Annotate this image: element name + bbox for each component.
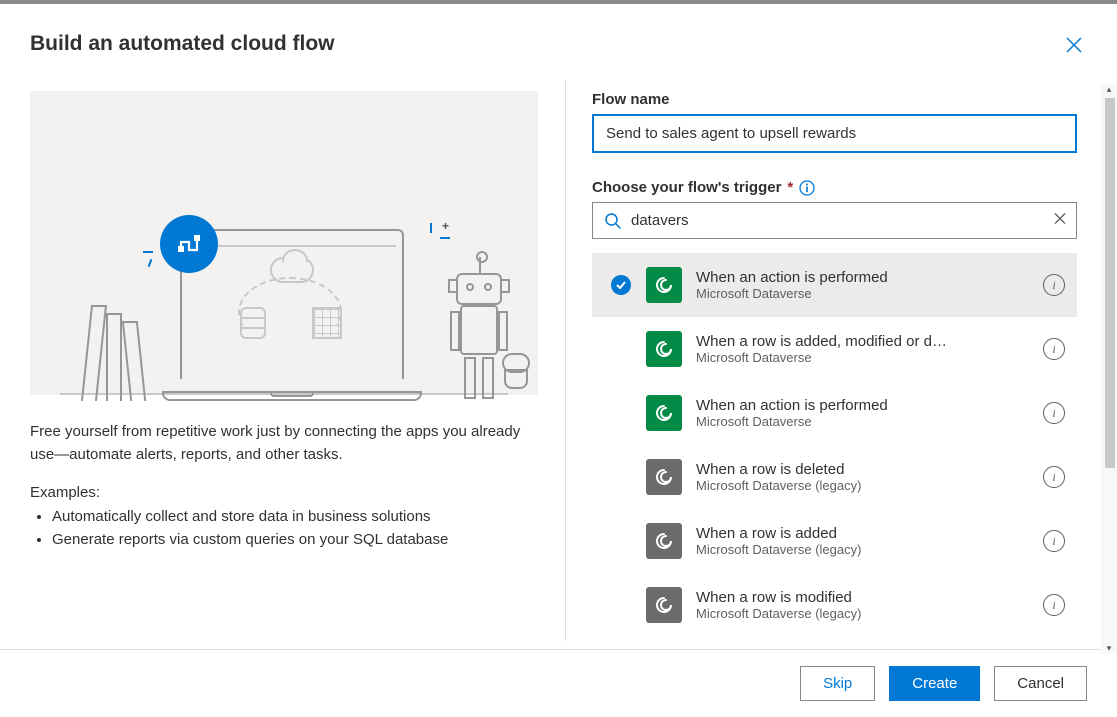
trigger-search [592, 202, 1077, 239]
flow-name-label-text: Flow name [592, 91, 670, 108]
trigger-text: When a row is added, modified or d…Micro… [696, 333, 1029, 365]
close-icon [1065, 36, 1083, 54]
scrollbar[interactable]: ▴ ▾ [1101, 84, 1117, 654]
trigger-subtitle: Microsoft Dataverse [696, 350, 1029, 365]
trigger-subtitle: Microsoft Dataverse (legacy) [696, 606, 1029, 621]
trigger-text: When an action is performedMicrosoft Dat… [696, 269, 1029, 301]
trigger-subtitle: Microsoft Dataverse [696, 286, 1029, 301]
search-icon [604, 212, 622, 230]
trigger-text: When a row is modifiedMicrosoft Datavers… [696, 589, 1029, 621]
trigger-text: When a row is addedMicrosoft Dataverse (… [696, 525, 1029, 557]
trigger-item[interactable]: When a row is addedMicrosoft Dataverse (… [592, 509, 1077, 573]
selection-indicator [610, 275, 632, 295]
flow-name-label: Flow name [592, 91, 1077, 108]
trigger-item[interactable]: When a row is modifiedMicrosoft Datavers… [592, 573, 1077, 637]
dialog: Build an automated cloud flow + [0, 4, 1117, 717]
trigger-list[interactable]: When an action is performedMicrosoft Dat… [592, 253, 1077, 639]
dataverse-icon [646, 267, 682, 303]
clear-search-button[interactable] [1053, 211, 1067, 230]
trigger-subtitle: Microsoft Dataverse (legacy) [696, 478, 1029, 493]
trigger-search-input[interactable] [592, 202, 1077, 239]
check-icon [611, 275, 631, 295]
trigger-title: When a row is added [696, 525, 1029, 542]
dataverse-icon [646, 459, 682, 495]
example-item: Automatically collect and store data in … [52, 505, 538, 528]
dialog-footer: Skip Create Cancel [0, 649, 1117, 717]
trigger-label-text: Choose your flow's trigger [592, 179, 781, 196]
flow-name-input[interactable] [592, 114, 1077, 153]
dataverse-icon [646, 523, 682, 559]
dialog-title: Build an automated cloud flow [30, 32, 335, 56]
trigger-info-button[interactable]: i [1043, 466, 1065, 488]
close-button[interactable] [1061, 32, 1087, 63]
trigger-text: When a row is deletedMicrosoft Dataverse… [696, 461, 1029, 493]
trigger-title: When an action is performed [696, 269, 1029, 286]
examples-list: Automatically collect and store data in … [30, 505, 538, 552]
clear-icon [1053, 211, 1067, 225]
dialog-header: Build an automated cloud flow [0, 4, 1117, 63]
trigger-title: When a row is modified [696, 589, 1029, 606]
dataverse-icon [646, 587, 682, 623]
trigger-subtitle: Microsoft Dataverse (legacy) [696, 542, 1029, 557]
trigger-item[interactable]: When a row is deletedMicrosoft Dataverse… [592, 445, 1077, 509]
vertical-divider [565, 80, 566, 641]
trigger-title: When an action is performed [696, 397, 1029, 414]
trigger-item[interactable]: When a row is added, modified or d…Micro… [592, 317, 1077, 381]
skip-button[interactable]: Skip [800, 666, 875, 701]
dialog-body: + [0, 63, 1117, 649]
examples-label: Examples: [30, 484, 538, 501]
example-item: Generate reports via custom queries on y… [52, 528, 538, 551]
trigger-info-button[interactable]: i [1043, 402, 1065, 424]
trigger-label: Choose your flow's trigger * [592, 179, 1077, 196]
create-button[interactable]: Create [889, 666, 980, 701]
trigger-title: When a row is deleted [696, 461, 1029, 478]
dataverse-icon [646, 331, 682, 367]
trigger-info-button[interactable]: i [1043, 274, 1065, 296]
info-icon[interactable] [799, 180, 815, 196]
right-panel: Flow name Choose your flow's trigger * W… [592, 91, 1087, 639]
illustration: + [30, 91, 538, 395]
trigger-item[interactable]: When an action is performedMicrosoft Dat… [592, 253, 1077, 317]
trigger-info-button[interactable]: i [1043, 530, 1065, 552]
description-text: Free yourself from repetitive work just … [30, 421, 538, 466]
trigger-subtitle: Microsoft Dataverse [696, 414, 1029, 429]
required-mark: * [787, 179, 793, 196]
trigger-info-button[interactable]: i [1043, 594, 1065, 616]
trigger-title: When a row is added, modified or d… [696, 333, 1029, 350]
flow-icon [160, 215, 218, 273]
cancel-button[interactable]: Cancel [994, 666, 1087, 701]
trigger-text: When an action is performedMicrosoft Dat… [696, 397, 1029, 429]
trigger-item[interactable]: When an action is performedMicrosoft Dat… [592, 381, 1077, 445]
left-panel: + [30, 91, 538, 639]
trigger-info-button[interactable]: i [1043, 338, 1065, 360]
dataverse-icon [646, 395, 682, 431]
